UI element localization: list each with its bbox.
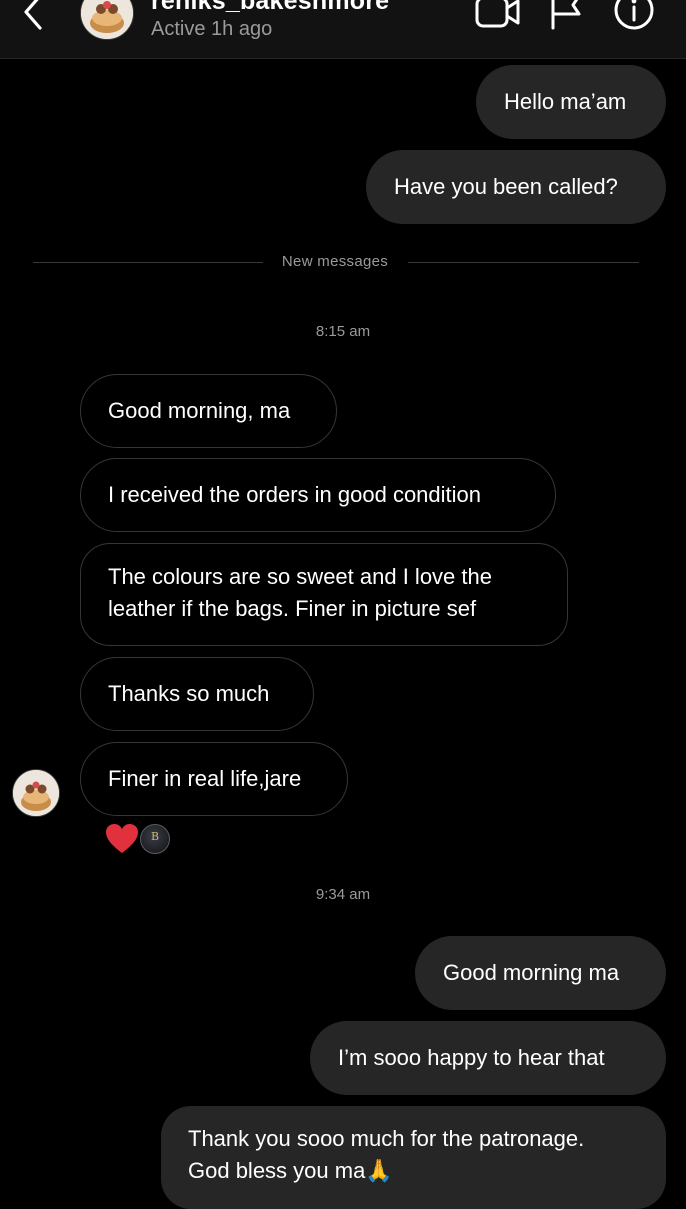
chat-header: reniks_bakeshmore Active 1h ago	[0, 0, 686, 59]
sent-message[interactable]: Good morning ma	[415, 936, 666, 1010]
message-text: I’m sooo happy to hear that	[338, 1045, 605, 1070]
sent-message[interactable]: I’m sooo happy to hear that	[310, 1021, 666, 1095]
info-icon[interactable]	[612, 0, 656, 32]
message-text-line: The colours are so sweet and I love the	[108, 564, 492, 589]
sent-message[interactable]: Hello ma’am	[476, 65, 666, 139]
new-messages-separator: New messages	[281, 253, 389, 270]
message-text: Have you been called?	[394, 174, 618, 199]
message-text-line: leather if the bags. Finer in picture se…	[108, 596, 477, 621]
received-message[interactable]: The colours are so sweet and I love the …	[80, 543, 568, 646]
message-text-line: God bless you ma🙏	[188, 1155, 638, 1188]
separator-line	[33, 262, 263, 263]
message-text: Finer in real life,jare	[108, 766, 302, 791]
reactor-avatar: B	[140, 824, 170, 854]
message-text: Thanks so much	[108, 681, 270, 706]
message-timestamp: 8:15 am	[315, 323, 371, 340]
sent-message[interactable]: Thank you sooo much for the patronage. G…	[161, 1106, 666, 1209]
message-text: Hello ma’am	[504, 89, 627, 114]
message-reactions[interactable]: B	[104, 822, 176, 856]
flag-icon[interactable]	[549, 0, 583, 30]
received-message[interactable]: Good morning, ma	[80, 374, 337, 448]
message-text: Good morning ma	[443, 960, 620, 985]
profile-avatar[interactable]	[80, 0, 134, 40]
heart-reaction-icon	[104, 822, 140, 856]
message-text: Good morning, ma	[108, 398, 291, 423]
sender-avatar[interactable]	[12, 769, 60, 817]
received-message[interactable]: Thanks so much	[80, 657, 314, 731]
received-message[interactable]: Finer in real life,jare	[80, 742, 348, 816]
chat-username[interactable]: reniks_bakeshmore	[151, 0, 389, 16]
praying-hands-emoji: 🙏	[365, 1159, 393, 1184]
message-text-line: Thank you sooo much for the patronage.	[188, 1126, 585, 1151]
message-text: God bless you ma	[188, 1158, 366, 1183]
received-message[interactable]: I received the orders in good condition	[80, 458, 556, 532]
message-timestamp: 9:34 am	[315, 886, 371, 903]
video-call-icon[interactable]	[474, 0, 522, 30]
back-chevron-icon[interactable]	[14, 0, 54, 36]
active-status: Active 1h ago	[151, 18, 273, 40]
sent-message[interactable]: Have you been called?	[366, 150, 666, 224]
separator-line	[408, 262, 639, 263]
message-text: I received the orders in good condition	[108, 482, 482, 507]
